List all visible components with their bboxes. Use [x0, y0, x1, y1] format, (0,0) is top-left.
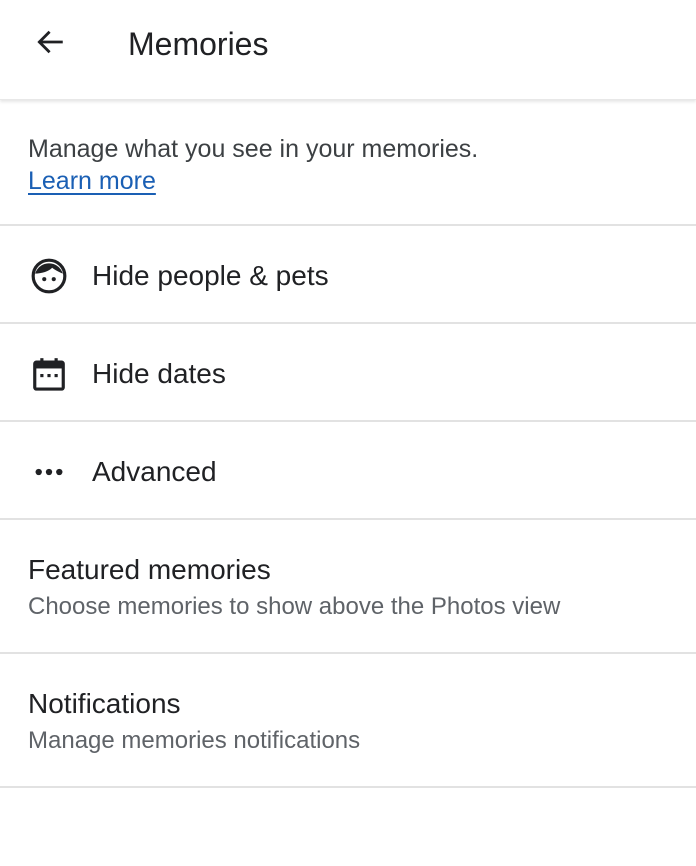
- page-title: Memories: [128, 26, 269, 62]
- advanced-label: Advanced: [92, 456, 217, 487]
- hide-dates-label: Hide dates: [92, 358, 226, 389]
- learn-more-link[interactable]: Learn more: [28, 165, 156, 197]
- arrow-back-icon: [33, 25, 67, 64]
- face-icon: [30, 257, 68, 295]
- featured-memories-item[interactable]: Featured memories Choose memories to sho…: [0, 520, 696, 654]
- calendar-icon: [30, 355, 68, 393]
- hide-people-pets-item[interactable]: Hide people & pets: [0, 226, 696, 324]
- notifications-item[interactable]: Notifications Manage memories notificati…: [0, 654, 696, 788]
- advanced-item[interactable]: Advanced: [0, 422, 696, 520]
- intro-section: Manage what you see in your memories. Le…: [0, 102, 696, 226]
- notifications-title: Notifications: [28, 688, 181, 719]
- back-button[interactable]: [18, 16, 82, 72]
- featured-memories-subtitle: Choose memories to show above the Photos…: [28, 593, 561, 620]
- hide-people-pets-label: Hide people & pets: [92, 260, 329, 291]
- hide-dates-item[interactable]: Hide dates: [0, 324, 696, 422]
- intro-description: Manage what you see in your memories.: [28, 135, 479, 163]
- more-horiz-icon: [30, 453, 68, 491]
- featured-memories-title: Featured memories: [28, 554, 271, 585]
- app-bar: Memories: [0, 0, 696, 100]
- notifications-subtitle: Manage memories notifications: [28, 727, 361, 754]
